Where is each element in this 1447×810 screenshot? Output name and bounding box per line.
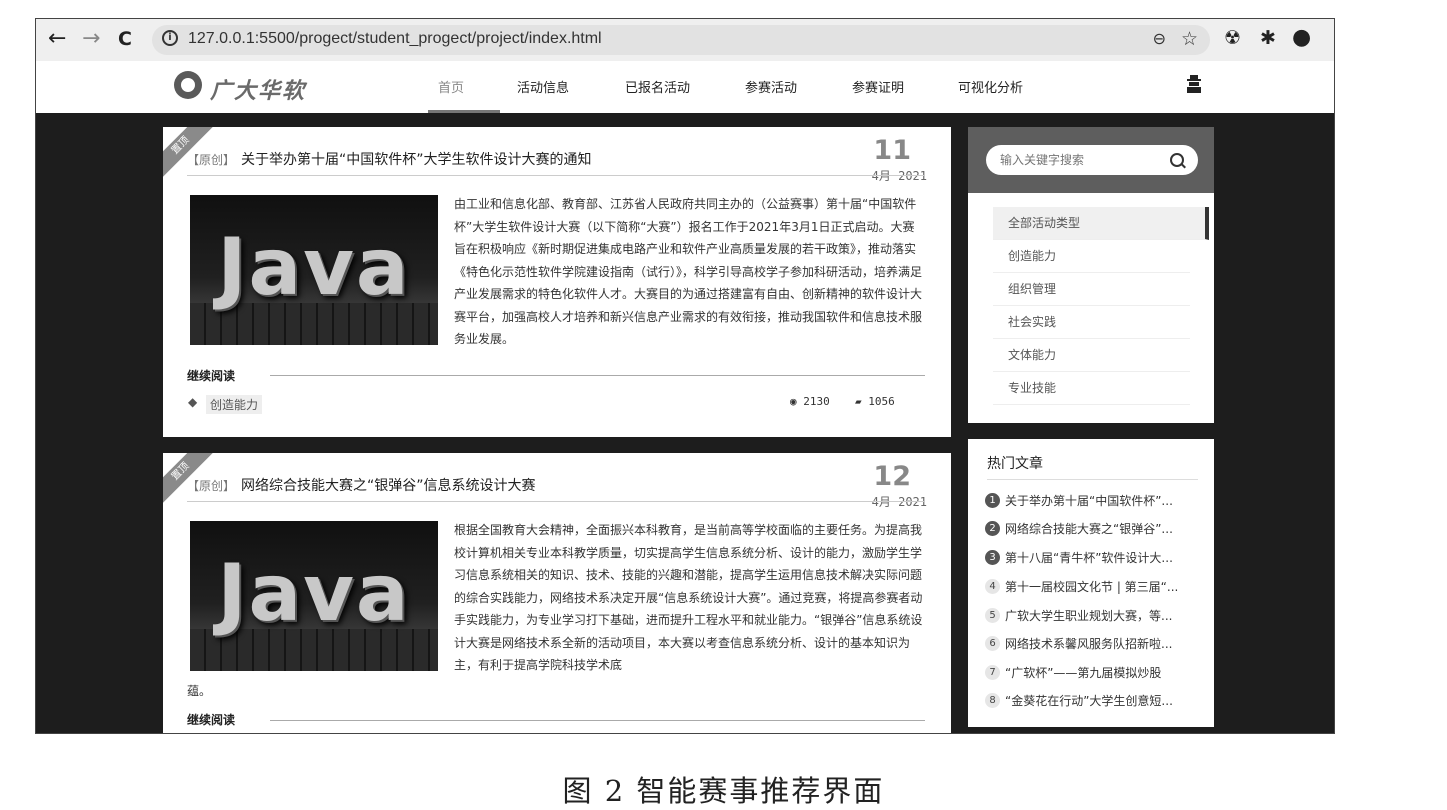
continue-reading-link[interactable]: 继续阅读 [187, 367, 235, 384]
logo-text: 广大华软 [210, 78, 307, 104]
rank-badge: 6 [985, 636, 1000, 651]
hot-articles-title: 热门文章 [987, 456, 1043, 472]
hot-article-title[interactable]: 第十一届校园文化节 | 第三届“... [1005, 580, 1178, 594]
post-tag: 【原创】 [187, 479, 236, 493]
address-bar[interactable]: i 127.0.0.1:5500/progect/student_progect… [152, 25, 1210, 55]
divider [987, 479, 1198, 480]
hot-article-item[interactable]: 3 第十八届“青牛杯”软件设计大... [985, 549, 1197, 567]
puzzle-extensions-icon[interactable]: ✱ [1260, 27, 1276, 49]
nav-registered[interactable]: 已报名活动 [625, 77, 690, 96]
hot-articles-panel: 热门文章 1 关于举办第十届“中国软件杯”... 2 网络综合技能大赛之“银弹谷”.… [968, 439, 1214, 727]
hot-article-item[interactable]: 2 网络综合技能大赛之“银弹谷”... [985, 520, 1197, 538]
post-title[interactable]: 【原创】 关于举办第十届“中国软件杯”大学生软件设计大赛的通知 [187, 149, 592, 169]
post-day: 11 [873, 135, 911, 166]
search-input[interactable] [1000, 145, 1160, 175]
zoom-icon[interactable]: ⊖ [1153, 29, 1166, 48]
continue-reading-link[interactable]: 继续阅读 [187, 711, 235, 728]
search-panel [968, 127, 1214, 193]
hot-article-title[interactable]: 第十八届“青牛杯”软件设计大... [1005, 551, 1173, 565]
views-count: ◉ 2130 [790, 395, 830, 408]
main-content: 置顶 【原创】 关于举办第十届“中国软件杯”大学生软件设计大赛的通知 11 4月 … [36, 113, 1334, 733]
category-creativity[interactable]: 创造能力 [993, 240, 1190, 273]
nav-competitions[interactable]: 参赛活动 [745, 77, 797, 96]
post-category[interactable]: 创造能力 [206, 395, 263, 414]
browser-toolbar: ← → C i 127.0.0.1:5500/progect/student_p… [36, 19, 1334, 62]
browser-window: ← → C i 127.0.0.1:5500/progect/student_p… [35, 18, 1335, 734]
hot-article-item[interactable]: 8 “金葵花在行动”大学生创意短... [985, 692, 1197, 710]
figure-caption: 图 2 智能赛事推荐界面 [562, 774, 885, 808]
rank-badge: 8 [985, 693, 1000, 708]
post-title-text[interactable]: 网络综合技能大赛之“银弹谷”信息系统设计大赛 [241, 478, 536, 494]
post-thumbnail[interactable]: Java [190, 195, 438, 345]
divider [187, 501, 924, 502]
rank-badge: 3 [985, 550, 1000, 565]
rank-badge: 1 [985, 493, 1000, 508]
hot-article-title[interactable]: 关于举办第十届“中国软件杯”... [1005, 494, 1173, 508]
url-text[interactable]: 127.0.0.1:5500/progect/student_progect/p… [188, 30, 602, 48]
nav-certificates[interactable]: 参赛证明 [852, 77, 904, 96]
nav-visual-analysis[interactable]: 可视化分析 [958, 77, 1023, 96]
post-title-text[interactable]: 关于举办第十届“中国软件杯”大学生软件设计大赛的通知 [241, 152, 592, 168]
comment-icon: ▰ [855, 395, 862, 408]
nav-activity-info[interactable]: 活动信息 [517, 77, 569, 96]
search-box [986, 145, 1198, 175]
comments-count: ▰ 1056 [855, 395, 895, 408]
forward-icon[interactable]: → [82, 28, 100, 50]
hot-article-title[interactable]: “金葵花在行动”大学生创意短... [1005, 694, 1173, 708]
rank-badge: 5 [985, 608, 1000, 623]
category-arts-sports[interactable]: 文体能力 [993, 339, 1190, 372]
thumbnail-text: Java [217, 223, 411, 313]
hot-article-item[interactable]: 7 “广软杯”——第九届模拟炒股 [985, 664, 1197, 682]
hot-article-title[interactable]: “广软杯”——第九届模拟炒股 [1005, 666, 1161, 680]
reload-icon[interactable]: C [118, 28, 132, 50]
profile-icon[interactable]: ● [1292, 25, 1311, 50]
category-all[interactable]: 全部活动类型 [993, 207, 1209, 240]
thumbnail-text: Java [217, 549, 411, 639]
search-icon[interactable] [1170, 153, 1184, 167]
divider [270, 375, 925, 376]
bookmark-star-icon[interactable]: ☆ [1181, 28, 1198, 50]
tag-icon: ◆ [188, 395, 198, 409]
hot-article-title[interactable]: 网络综合技能大赛之“银弹谷”... [1005, 522, 1173, 536]
post-title[interactable]: 【原创】 网络综合技能大赛之“银弹谷”信息系统设计大赛 [187, 475, 536, 495]
category-professional-skills[interactable]: 专业技能 [993, 372, 1190, 405]
hot-article-item[interactable]: 1 关于举办第十届“中国软件杯”... [985, 492, 1197, 510]
comments-value: 1056 [868, 395, 895, 408]
hot-article-title[interactable]: 广软大学生职业规划大赛，等... [1005, 609, 1172, 623]
back-icon[interactable]: ← [48, 28, 66, 50]
eye-icon: ◉ [790, 395, 797, 408]
post-excerpt-tail: 蕴。 [187, 684, 212, 698]
category-list: 全部活动类型 创造能力 组织管理 社会实践 文体能力 专业技能 [968, 193, 1214, 423]
rank-badge: 2 [985, 521, 1000, 536]
rank-badge: 4 [985, 579, 1000, 594]
hot-article-item[interactable]: 4 第十一届校园文化节 | 第三届“... [985, 578, 1197, 596]
views-value: 2130 [803, 395, 830, 408]
category-social-practice[interactable]: 社会实践 [993, 306, 1190, 339]
hot-article-item[interactable]: 6 网络技术系馨风服务队招新啦... [985, 635, 1197, 653]
post-thumbnail[interactable]: Java [190, 521, 438, 671]
logo-mark-icon [174, 71, 202, 99]
post-card: 置顶 【原创】 关于举办第十届“中国软件杯”大学生软件设计大赛的通知 11 4月 … [163, 127, 951, 437]
info-icon[interactable]: i [162, 30, 178, 46]
category-organization[interactable]: 组织管理 [993, 273, 1190, 306]
user-icon[interactable] [1186, 75, 1202, 93]
rank-badge: 7 [985, 665, 1000, 680]
post-excerpt: 根据全国教育大会精神，全面振兴本科教育，是当前高等学校面临的主要任务。为提高我校… [454, 523, 923, 672]
post-card: 置顶 【原创】 网络综合技能大赛之“银弹谷”信息系统设计大赛 12 4月 2021… [163, 453, 951, 733]
extension-icon[interactable]: ☢ [1224, 27, 1241, 49]
divider [187, 175, 924, 176]
site-header: 广大华软 首页 活动信息 已报名活动 参赛活动 参赛证明 可视化分析 [36, 61, 1334, 113]
post-tag: 【原创】 [187, 153, 236, 167]
hot-article-title[interactable]: 网络技术系馨风服务队招新啦... [1005, 637, 1172, 651]
divider [270, 720, 925, 721]
post-day: 12 [873, 461, 911, 492]
nav-home[interactable]: 首页 [438, 77, 464, 96]
hot-article-item[interactable]: 5 广软大学生职业规划大赛，等... [985, 607, 1197, 625]
post-excerpt: 由工业和信息化部、教育部、江苏省人民政府共同主办的（公益赛事）第十届“中国软件杯… [454, 197, 923, 346]
